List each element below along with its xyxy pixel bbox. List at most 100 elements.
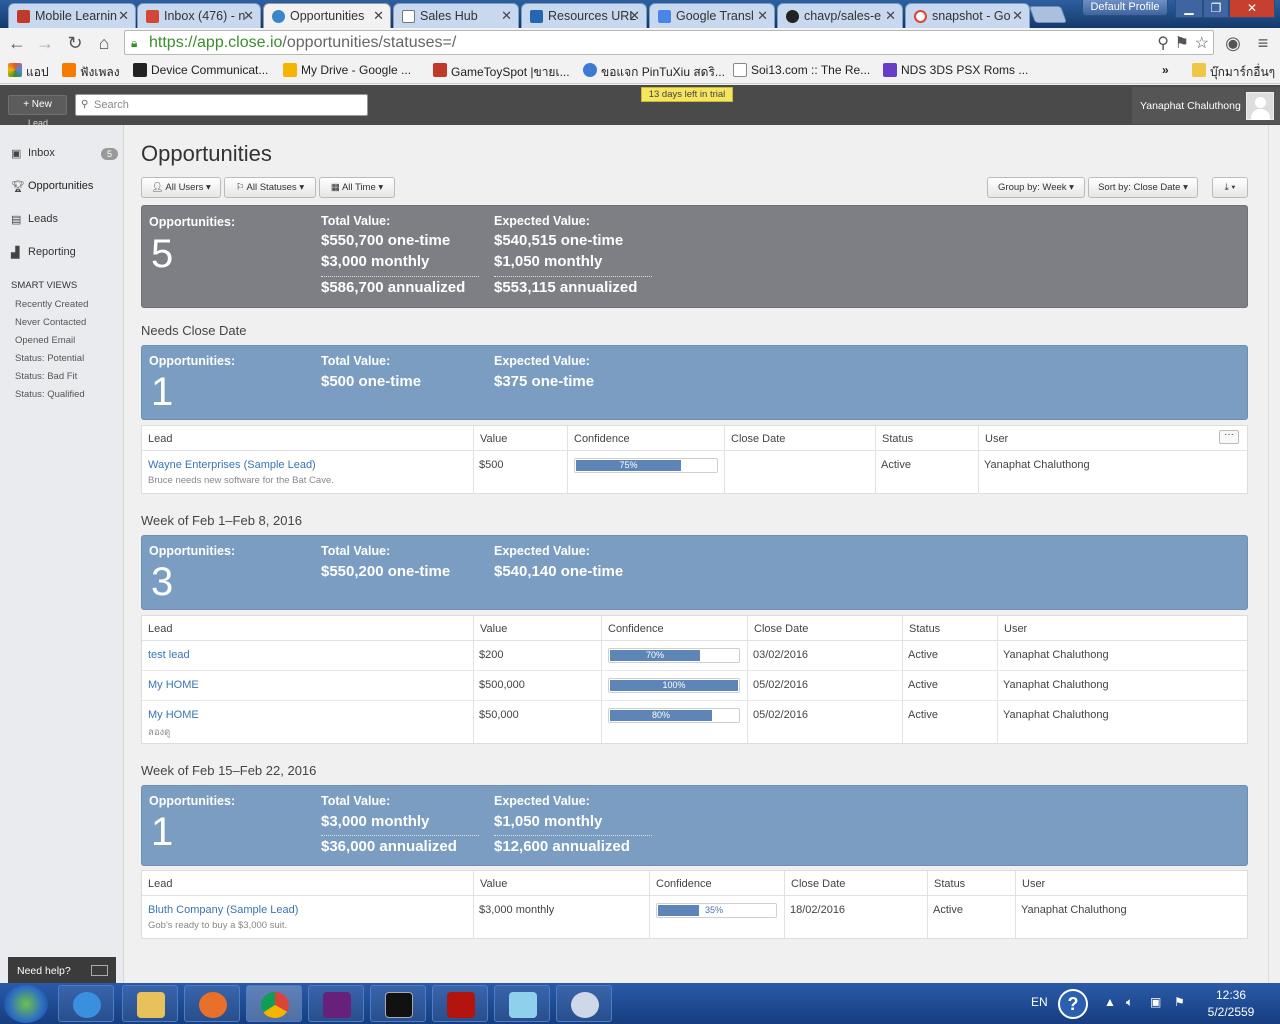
new-lead-button[interactable]: + New: [8, 95, 67, 115]
close-icon[interactable]: ✕: [629, 8, 640, 24]
filter-time-button[interactable]: ▦ All Time ▾: [319, 177, 395, 198]
close-icon[interactable]: ✕: [885, 8, 896, 24]
search-input[interactable]: ⚲ Search: [75, 94, 368, 116]
close-icon[interactable]: ✕: [1012, 8, 1023, 24]
column-header-confidence[interactable]: Confidence: [567, 426, 630, 450]
browser-tab[interactable]: Google Transl ✕: [649, 3, 775, 28]
address-bar[interactable]: 🔒︎ https://app.close.io/opportunities/st…: [124, 30, 1214, 55]
extension-icon[interactable]: ◉: [1222, 32, 1244, 54]
sort-by-dropdown[interactable]: Sort by: Close Date ▾: [1088, 177, 1198, 198]
smart-view-item[interactable]: Opened Email: [15, 335, 75, 346]
close-icon[interactable]: ✕: [118, 8, 129, 24]
column-header-status[interactable]: Status: [902, 616, 940, 640]
close-window-button[interactable]: ✕: [1229, 0, 1275, 18]
sidebar-item-inbox[interactable]: ▣ Inbox: [11, 147, 55, 160]
browser-tab[interactable]: snapshot - Go ✕: [905, 3, 1030, 28]
volume-icon[interactable]: 🔈︎: [1126, 995, 1133, 1010]
bookmarks-overflow[interactable]: »: [1162, 63, 1169, 77]
bookmark-item[interactable]: ขอแจก PinTuXiu สดริ...: [583, 63, 725, 82]
sidebar-item-leads[interactable]: ▤ Leads: [11, 213, 58, 226]
help-icon[interactable]: ?: [1058, 989, 1088, 1019]
back-icon[interactable]: ←: [6, 32, 28, 54]
column-header-confidence[interactable]: Confidence: [649, 871, 712, 895]
taskbar-chrome[interactable]: [246, 985, 302, 1022]
maximize-button[interactable]: ❐: [1203, 0, 1229, 18]
column-header-status[interactable]: Status: [927, 871, 965, 895]
need-help-button[interactable]: Need help?: [8, 957, 116, 983]
sidebar-item-opportunities[interactable]: 🏆︎ Opportunities: [11, 180, 93, 193]
smart-view-item[interactable]: Recently Created: [15, 299, 88, 310]
browser-tab[interactable]: Sales Hub ✕: [393, 3, 519, 28]
column-header-confidence[interactable]: Confidence: [601, 616, 664, 640]
bookmark-item[interactable]: Soi13.com :: The Re...: [733, 63, 870, 77]
smart-view-item[interactable]: Never Contacted: [15, 317, 86, 328]
column-header-status[interactable]: Status: [875, 426, 913, 450]
bookmark-item[interactable]: NDS 3DS PSX Roms ...: [883, 63, 1028, 77]
language-indicator[interactable]: EN: [1031, 995, 1048, 1009]
browser-tab[interactable]: Mobile Learnin ✕: [8, 3, 136, 28]
column-header-user[interactable]: User: [997, 616, 1027, 640]
user-menu[interactable]: Yanaphat Chaluthong: [1132, 87, 1280, 124]
more-options-button[interactable]: ···: [1219, 430, 1239, 444]
column-header-close-date[interactable]: Close Date: [784, 871, 845, 895]
column-header-value[interactable]: Value: [473, 616, 507, 640]
close-icon[interactable]: ✕: [757, 8, 768, 24]
close-icon[interactable]: ✕: [373, 8, 384, 24]
menu-icon[interactable]: ≡: [1252, 32, 1274, 54]
filter-users-button[interactable]: 👤︎ All Users ▾: [141, 177, 221, 198]
lead-link[interactable]: Bluth Company (Sample Lead): [148, 904, 298, 916]
taskbar-app[interactable]: [494, 985, 550, 1022]
profile-badge[interactable]: Default Profile: [1082, 0, 1168, 16]
bookmark-item[interactable]: Device Communicat...: [133, 63, 268, 77]
taskbar-visual-studio[interactable]: [308, 985, 364, 1022]
show-hidden-icons-icon[interactable]: ▲: [1104, 995, 1116, 1009]
browser-tab[interactable]: chavp/sales-e ✕: [777, 3, 903, 28]
column-header-close-date[interactable]: Close Date: [747, 616, 808, 640]
taskbar-firefox[interactable]: [184, 985, 240, 1022]
column-header-value[interactable]: Value: [473, 871, 507, 895]
filter-statuses-button[interactable]: ⚐ All Statuses ▾: [224, 177, 316, 198]
bookmark-apps[interactable]: แอป: [8, 63, 49, 82]
taskbar-acrobat[interactable]: [432, 985, 488, 1022]
smart-view-item[interactable]: Status: Qualified: [15, 389, 85, 400]
browser-tab[interactable]: Resources URL ✕: [521, 3, 647, 28]
taskbar-paint[interactable]: [556, 985, 612, 1022]
column-header-close-date[interactable]: Close Date: [724, 426, 785, 450]
browser-tab[interactable]: Inbox (476) - n ✕: [137, 3, 261, 28]
trial-badge[interactable]: 13 days left in trial: [641, 87, 733, 102]
minimize-button[interactable]: ▁: [1175, 0, 1203, 18]
start-button[interactable]: [4, 985, 48, 1023]
forward-icon[interactable]: →: [34, 32, 56, 54]
browser-tab-active[interactable]: Opportunities ✕: [263, 3, 391, 28]
star-icon[interactable]: ☆: [1195, 33, 1209, 53]
reload-icon[interactable]: ↻: [64, 32, 86, 54]
taskbar-cmd[interactable]: [370, 985, 426, 1022]
network-icon[interactable]: ▣: [1150, 995, 1161, 1009]
bookmark-item[interactable]: ฟังเพลง: [62, 63, 120, 82]
home-icon[interactable]: ⌂: [93, 32, 115, 54]
column-header-value[interactable]: Value: [473, 426, 507, 450]
group-by-dropdown[interactable]: Group by: Week ▾: [987, 177, 1085, 198]
close-icon[interactable]: ✕: [501, 8, 512, 24]
other-bookmarks[interactable]: บุ๊กมาร์กอื่นๆ: [1192, 63, 1275, 82]
smart-view-item[interactable]: Status: Bad Fit: [15, 371, 77, 382]
column-header-lead[interactable]: Lead: [142, 871, 172, 895]
clock[interactable]: 12:36 5/2/2559: [1200, 987, 1262, 1021]
sidebar-item-reporting[interactable]: ▟ Reporting: [11, 246, 76, 259]
column-header-lead[interactable]: Lead: [142, 616, 172, 640]
export-button[interactable]: ⤓ ▾: [1212, 177, 1248, 198]
bookmark-item[interactable]: GameToySpot |ขายเ...: [433, 63, 570, 82]
lead-link[interactable]: test lead: [148, 649, 190, 661]
lead-link[interactable]: My HOME: [148, 709, 199, 721]
new-tab-button[interactable]: [1028, 6, 1068, 23]
column-header-user[interactable]: User: [978, 426, 1008, 450]
extension-icon[interactable]: ⚑: [1175, 33, 1189, 53]
smart-view-item[interactable]: Status: Potential: [15, 353, 84, 364]
column-header-lead[interactable]: Lead: [142, 426, 172, 450]
taskbar-explorer[interactable]: [122, 985, 178, 1022]
lead-link[interactable]: My HOME: [148, 679, 199, 691]
close-icon[interactable]: ✕: [243, 8, 254, 24]
action-center-icon[interactable]: ⚑: [1174, 995, 1185, 1009]
bookmark-item[interactable]: My Drive - Google ...: [283, 63, 411, 77]
column-header-user[interactable]: User: [1015, 871, 1045, 895]
